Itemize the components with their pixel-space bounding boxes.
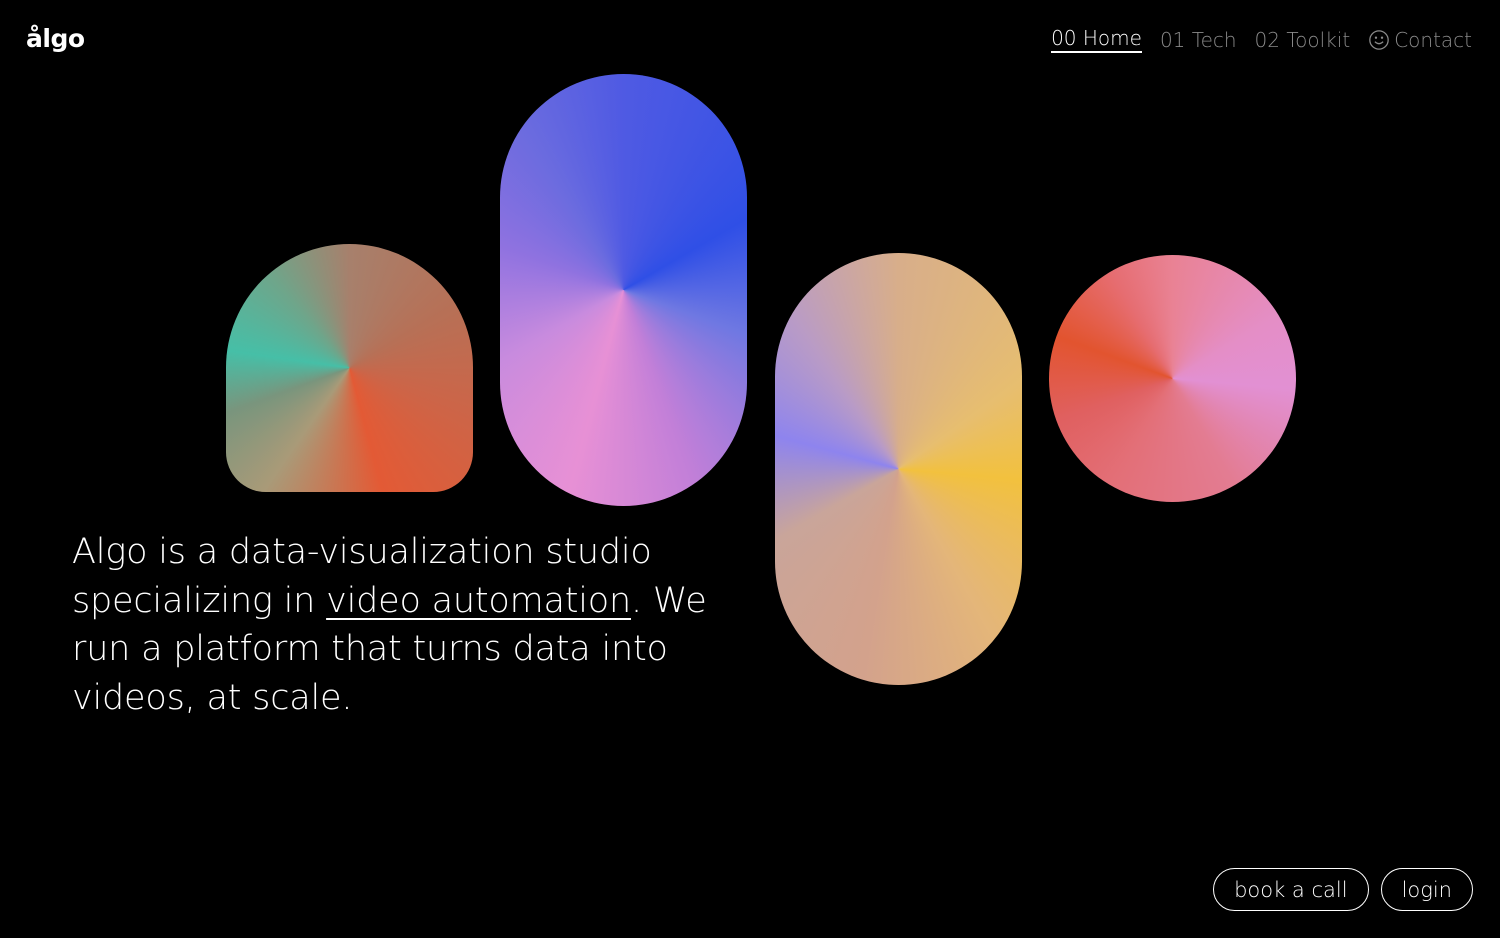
hero-statement: Algo is a data-visualization studio spec… (72, 528, 712, 722)
nav-item-contact[interactable]: Contact (1368, 28, 1472, 52)
main-nav: 00 Home 01 Tech 02 Toolkit Contact (1051, 26, 1472, 53)
gradient-arch-shape (226, 244, 473, 492)
video-automation-link[interactable]: video automation (326, 581, 631, 621)
gradient-blue-pill-shape (500, 74, 747, 506)
nav-item-toolkit[interactable]: 02 Toolkit (1255, 28, 1351, 52)
smile-icon (1369, 29, 1389, 50)
book-call-button[interactable]: book a call (1213, 868, 1369, 911)
nav-item-contact-label: Contact (1394, 27, 1472, 52)
login-button[interactable]: login (1380, 868, 1473, 911)
nav-item-tech[interactable]: 01 Tech (1160, 28, 1237, 52)
action-buttons: book a call login (1213, 868, 1473, 911)
brand-logo[interactable]: ålgo (26, 24, 85, 53)
nav-item-home[interactable]: 00 Home (1051, 26, 1142, 53)
gradient-warm-pill-shape (775, 253, 1022, 685)
gradient-circle-shape (1049, 255, 1296, 502)
page: ålgo 00 Home 01 Tech 02 Toolkit Contact … (0, 0, 1500, 938)
